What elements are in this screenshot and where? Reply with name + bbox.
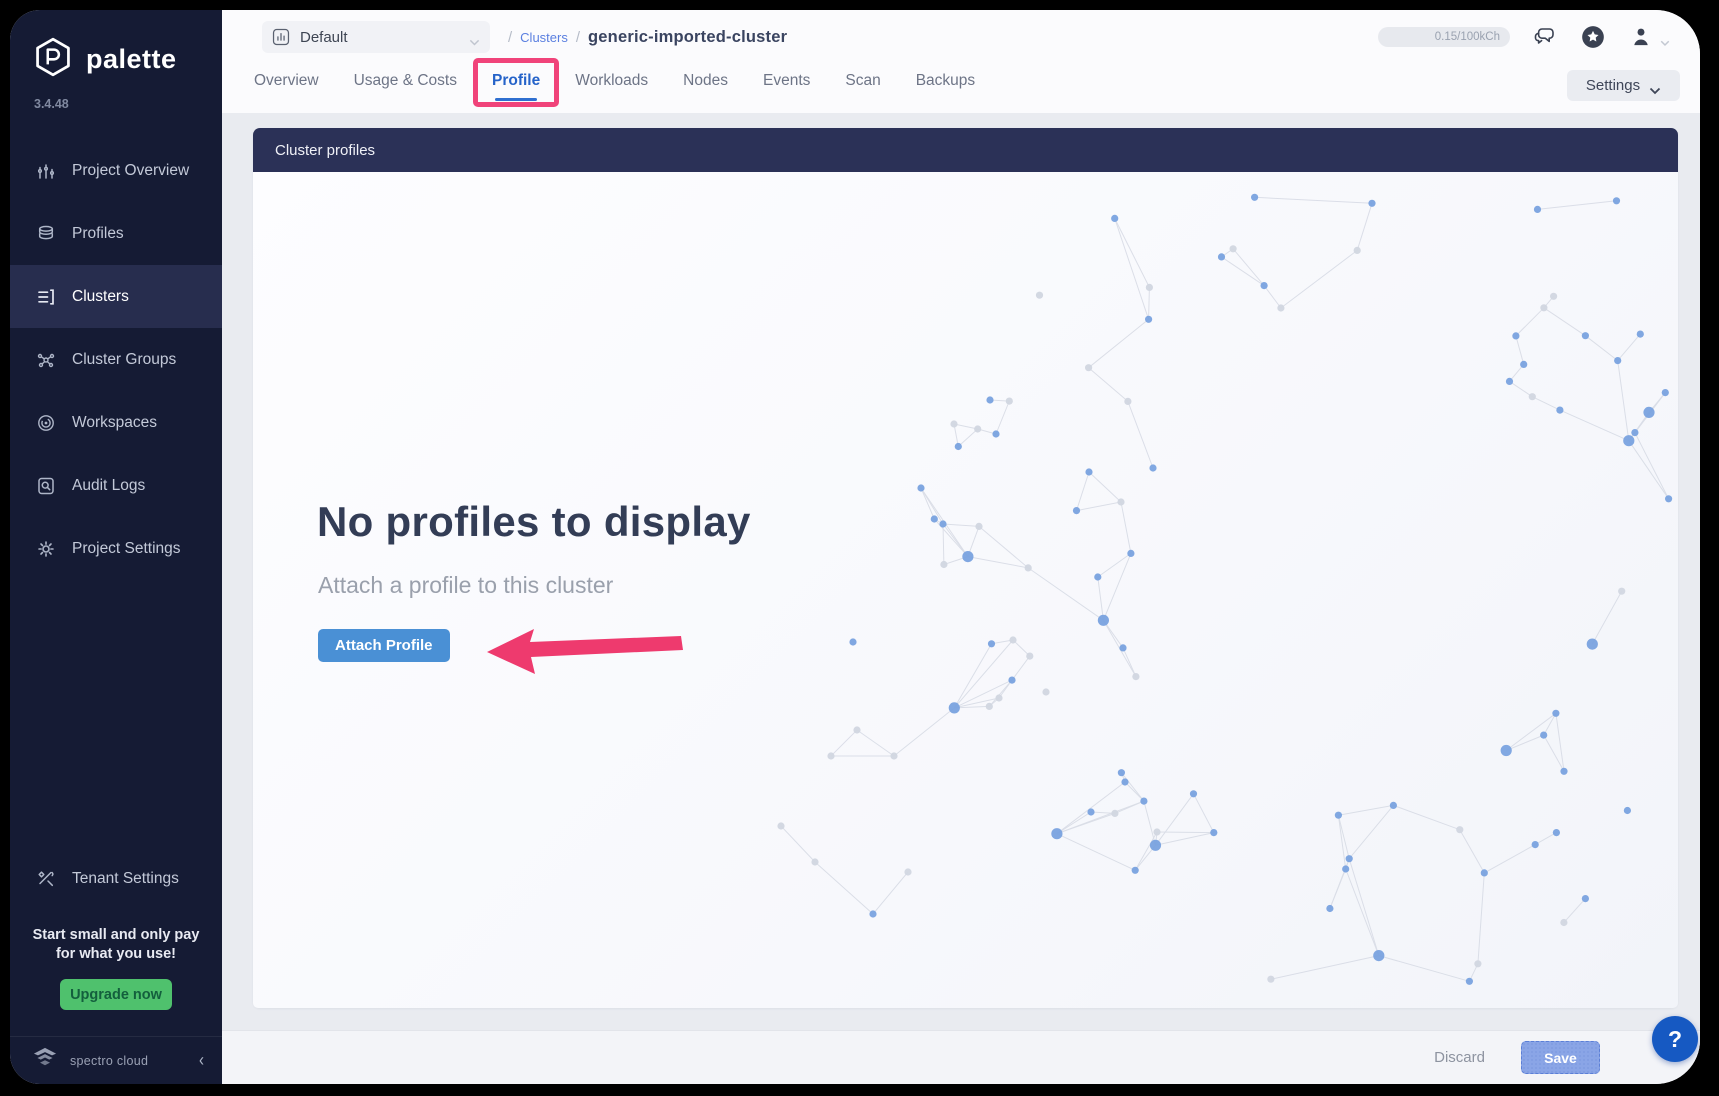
palette-app-window: palette 3.4.48 Project Overview Profiles C…: [10, 10, 1700, 1084]
sidebar-item-label: Project Overview: [72, 162, 189, 180]
tab-scan[interactable]: Scan: [843, 66, 882, 108]
sidebar-item-cluster-groups[interactable]: Cluster Groups: [10, 328, 222, 391]
chevron-down-icon: [469, 33, 480, 41]
tab-workloads[interactable]: Workloads: [573, 66, 650, 108]
sidebar-item-label: Profiles: [72, 225, 124, 243]
app-version: 3.4.48: [10, 83, 222, 111]
doc-search-icon: [36, 476, 56, 496]
chat-icon[interactable]: [1532, 24, 1558, 50]
breadcrumb-separator: /: [508, 29, 512, 46]
sidebar-item-label: Clusters: [72, 288, 129, 306]
content-area: Cluster profiles No profiles to display …: [222, 113, 1700, 1030]
palette-logo-icon: [32, 36, 74, 83]
tab-label: Nodes: [683, 72, 728, 89]
action-footer: Discard Save: [222, 1030, 1700, 1084]
tab-label: Events: [763, 72, 810, 89]
usage-quota-badge: 0.15/100kCh: [1378, 27, 1510, 47]
settings-button-label: Settings: [1586, 77, 1640, 94]
sidebar-item-profiles[interactable]: Profiles: [10, 202, 222, 265]
breadcrumb-link-clusters[interactable]: Clusters: [520, 30, 568, 45]
save-button[interactable]: Save: [1521, 1041, 1600, 1074]
sidebar-item-label: Cluster Groups: [72, 351, 176, 369]
breadcrumb-current-cluster: generic-imported-cluster: [588, 28, 787, 47]
chevron-down-icon: [1649, 82, 1661, 90]
tab-events[interactable]: Events: [761, 66, 812, 108]
brand-wordmark: palette: [86, 44, 177, 75]
tab-profile[interactable]: Profile: [490, 66, 542, 108]
user-menu[interactable]: [1628, 24, 1670, 50]
sidebar-item-label: Tenant Settings: [72, 870, 179, 888]
sidebar-item-label: Workspaces: [72, 414, 157, 432]
tab-label: Workloads: [575, 72, 648, 89]
target-icon: [36, 413, 56, 433]
active-tab-underline: [495, 98, 537, 101]
spectro-cloud-logo: [30, 1046, 60, 1075]
user-icon: [1628, 24, 1654, 50]
gear-icon: [36, 539, 56, 559]
tab-label: Profile: [492, 72, 540, 89]
screenshot-frame: palette 3.4.48 Project Overview Profiles C…: [0, 0, 1719, 1096]
sidebar-nav: Project Overview Profiles Clusters Cluster …: [10, 139, 222, 580]
upgrade-now-button[interactable]: Upgrade now: [60, 979, 172, 1010]
brand-row: palette: [10, 10, 222, 83]
discard-button[interactable]: Discard: [1428, 1048, 1491, 1067]
sidebar-item-tenant-settings[interactable]: Tenant Settings: [10, 854, 222, 904]
tab-label: Scan: [845, 72, 880, 89]
help-button[interactable]: ?: [1652, 1016, 1698, 1062]
tab-backups[interactable]: Backups: [914, 66, 977, 108]
collapse-sidebar-chevron-icon[interactable]: ‹: [199, 1050, 204, 1070]
attach-profile-button[interactable]: Attach Profile: [318, 629, 450, 662]
tab-usage-costs[interactable]: Usage & Costs: [352, 66, 459, 108]
tab-label: Overview: [254, 72, 319, 89]
sidebar-bottom: Tenant Settings Start small and only pay…: [10, 854, 222, 1084]
molecule-icon: [36, 350, 56, 370]
cluster-profiles-panel: Cluster profiles No profiles to display …: [253, 128, 1678, 1008]
tools-icon: [36, 869, 56, 889]
tab-nodes[interactable]: Nodes: [681, 66, 730, 108]
activity-chart-icon: [36, 161, 56, 181]
project-selector-value: Default: [300, 29, 348, 46]
upgrade-promo-text: Start small and only pay for what you us…: [10, 926, 222, 965]
spectro-cloud-label: spectro cloud: [70, 1054, 148, 1068]
star-badge-icon[interactable]: [1580, 24, 1606, 50]
sidebar-item-audit-logs[interactable]: Audit Logs: [10, 454, 222, 517]
sidebar-item-label: Audit Logs: [72, 477, 145, 495]
sidebar-item-clusters[interactable]: Clusters: [10, 265, 222, 328]
panel-title: Cluster profiles: [275, 142, 375, 159]
chevron-down-icon: [1660, 34, 1670, 41]
topbar-icons: 0.15/100kCh: [1378, 24, 1670, 50]
sidebar-item-label: Project Settings: [72, 540, 181, 558]
tab-label: Backups: [916, 72, 975, 89]
breadcrumb-separator: /: [576, 29, 580, 46]
breadcrumb: / Clusters / generic-imported-cluster: [508, 28, 787, 47]
tab-overview[interactable]: Overview: [252, 66, 321, 108]
project-selector-dropdown[interactable]: Default: [262, 21, 490, 53]
empty-state-subtitle: Attach a profile to this cluster: [318, 572, 613, 599]
sidebar-item-workspaces[interactable]: Workspaces: [10, 391, 222, 454]
sidebar-item-project-settings[interactable]: Project Settings: [10, 517, 222, 580]
cluster-tabs: Overview Usage & Costs Profile Workloads Nod…: [252, 66, 977, 108]
bar-chart-icon: [272, 28, 290, 46]
topbar: Default / Clusters / generic-imported-cl…: [222, 10, 1700, 113]
sidebar-item-project-overview[interactable]: Project Overview: [10, 139, 222, 202]
sidebar: palette 3.4.48 Project Overview Profiles C…: [10, 10, 222, 1084]
layers-icon: [36, 224, 56, 244]
empty-state-title: No profiles to display: [317, 498, 751, 546]
tab-label: Usage & Costs: [354, 72, 457, 89]
panel-body: No profiles to display Attach a profile …: [253, 172, 1678, 1008]
panel-header: Cluster profiles: [253, 128, 1678, 172]
sidebar-footer: spectro cloud ‹: [10, 1036, 222, 1084]
main-area: Default / Clusters / generic-imported-cl…: [222, 10, 1700, 1084]
settings-dropdown-button[interactable]: Settings: [1567, 70, 1680, 101]
list-bracket-icon: [36, 287, 56, 307]
